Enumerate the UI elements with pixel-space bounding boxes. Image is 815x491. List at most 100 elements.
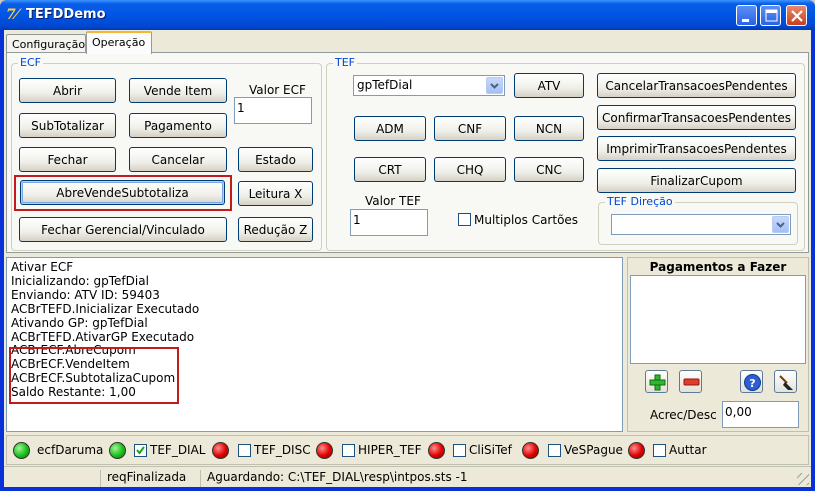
tab-page-operacao: ECF Abrir Vende Item Valor ECF 1 SubTota… xyxy=(6,52,809,253)
confirmar-pendentes-button[interactable]: ConfirmarTransacoesPendentes xyxy=(597,105,796,130)
ecf-daruma-led xyxy=(13,442,30,459)
statusbar-panel-2: reqFinalizada xyxy=(100,470,200,487)
tab-label: Operação xyxy=(92,36,146,49)
multiplos-cartoes-checkbox[interactable] xyxy=(458,213,471,226)
imprimir-pendentes-button[interactable]: ImprimirTransacoesPendentes xyxy=(597,136,796,161)
clisitef-label: CliSiTef xyxy=(469,443,512,457)
tef-direcao-group: TEF Direção xyxy=(598,195,798,245)
tef-group: TEF gpTefDial ATV ADM CNF NCN CRT CHQ CN… xyxy=(326,56,805,251)
status-indicators: ecfDaruma TEF_DIAL TEF_DISC HIPER_TEF Cl… xyxy=(6,435,809,465)
fechar-gerencial-button[interactable]: Fechar Gerencial/Vinculado xyxy=(19,217,227,242)
tef-disc-checkbox[interactable] xyxy=(238,444,251,457)
close-button[interactable] xyxy=(786,5,807,26)
estado-button[interactable]: Estado xyxy=(238,147,313,172)
app-window: 7⁄ TEFDDemo Configuração Operação ECF Ab… xyxy=(0,0,815,491)
crt-button[interactable]: CRT xyxy=(354,157,426,182)
vespague-label: VeSPague xyxy=(564,443,623,457)
clear-button[interactable] xyxy=(774,370,797,393)
clisitef-led xyxy=(428,442,445,459)
hiper-tef-led xyxy=(316,442,333,459)
vespague-led xyxy=(522,442,539,459)
pagamentos-title: Pagamentos a Fazer xyxy=(649,260,787,274)
finalizar-cupom-button[interactable]: FinalizarCupom xyxy=(597,168,796,193)
resize-grip-icon[interactable] xyxy=(797,473,809,485)
tef-group-title: TEF xyxy=(333,56,357,69)
statusbar-panel-3: Aguardando: C:\TEF_DIAL\resp\intpos.sts … xyxy=(200,470,790,487)
vende-item-button[interactable]: Vende Item xyxy=(129,78,227,103)
tef-disc-led xyxy=(212,442,229,459)
pagamentos-list[interactable] xyxy=(630,275,806,364)
cancelar-pendentes-button[interactable]: CancelarTransacoesPendentes xyxy=(597,73,796,98)
checkmark-icon xyxy=(136,446,145,455)
log-line: Ativando GP: gpTefDial xyxy=(11,315,148,330)
valor-ecf-input[interactable]: 1 xyxy=(234,97,312,124)
chq-button[interactable]: CHQ xyxy=(434,157,506,182)
tef-disc-label: TEF_DISC xyxy=(254,443,311,457)
log-line: Inicializando: gpTefDial xyxy=(11,273,149,288)
valor-tef-input[interactable]: 1 xyxy=(350,209,428,236)
minus-icon xyxy=(683,378,700,386)
clisitef-checkbox[interactable] xyxy=(453,444,466,457)
title-bar[interactable]: 7⁄ TEFDDemo xyxy=(0,0,815,30)
ncn-button[interactable]: NCN xyxy=(514,116,584,141)
chevron-down-icon xyxy=(486,77,503,94)
minimize-icon xyxy=(742,19,749,22)
hiper-tef-checkbox[interactable] xyxy=(342,444,355,457)
auttar-led xyxy=(628,442,645,459)
log-memo[interactable]: Ativar ECF Inicializando: gpTefDial Envi… xyxy=(6,257,623,432)
ecf-group-title: ECF xyxy=(18,56,43,69)
broom-icon xyxy=(779,375,793,390)
tab-configuracao[interactable]: Configuração xyxy=(6,34,86,54)
adm-button[interactable]: ADM xyxy=(354,116,426,141)
leitura-x-button[interactable]: Leitura X xyxy=(238,181,313,206)
log-line: Enviando: ATV ID: 59403 xyxy=(11,287,160,302)
pagamentos-panel: Pagamentos a Fazer ? Acrec/Desc 0,00 xyxy=(627,257,809,432)
auttar-label: Auttar xyxy=(669,443,707,457)
client-area: Configuração Operação ECF Abrir Vende It… xyxy=(4,30,811,487)
cnf-button[interactable]: CNF xyxy=(434,116,506,141)
tef-dial-checkbox[interactable] xyxy=(134,444,147,457)
tef-direcao-select[interactable] xyxy=(611,214,791,235)
subtotalizar-button[interactable]: SubTotalizar xyxy=(19,113,116,138)
reducao-z-button[interactable]: Redução Z xyxy=(238,217,313,242)
valor-ecf-label: Valor ECF xyxy=(249,83,306,97)
minimize-button[interactable] xyxy=(736,5,757,26)
tef-dial-led xyxy=(109,442,126,459)
status-bar: reqFinalizada Aguardando: C:\TEF_DIAL\re… xyxy=(4,466,811,487)
window-title: TEFDDemo xyxy=(26,7,106,22)
auttar-checkbox[interactable] xyxy=(653,444,666,457)
ecf-daruma-label: ecfDaruma xyxy=(37,443,104,457)
maximize-icon xyxy=(765,9,778,22)
cancelar-button[interactable]: Cancelar xyxy=(129,147,227,172)
statusbar-panel-1 xyxy=(4,470,100,487)
gp-selected-value: gpTefDial xyxy=(357,78,413,92)
pagamento-button[interactable]: Pagamento xyxy=(129,113,227,138)
fechar-button[interactable]: Fechar xyxy=(19,147,116,172)
abrir-button[interactable]: Abrir xyxy=(19,78,116,103)
abre-vende-subtotaliza-button[interactable]: AbreVendeSubtotaliza xyxy=(20,180,225,205)
vespague-checkbox[interactable] xyxy=(548,444,561,457)
log-line: Ativar ECF xyxy=(11,260,74,274)
gp-select[interactable]: gpTefDial xyxy=(353,75,505,96)
help-icon: ? xyxy=(744,374,761,391)
acrec-desc-input[interactable]: 0,00 xyxy=(722,401,799,428)
atv-button[interactable]: ATV xyxy=(514,73,584,98)
log-line: ACBrTEFD.AtivarGP Executado xyxy=(11,329,195,344)
remove-pagamento-button[interactable] xyxy=(679,370,702,393)
close-icon xyxy=(791,10,803,22)
add-pagamento-button[interactable] xyxy=(645,370,668,393)
app-icon: 7⁄ xyxy=(6,7,19,23)
help-button[interactable]: ? xyxy=(740,370,763,393)
acrec-desc-label: Acrec/Desc xyxy=(650,408,717,422)
log-highlight-box xyxy=(9,347,179,404)
svg-text:?: ? xyxy=(749,377,755,390)
log-line: ACBrTEFD.Inicializar Executado xyxy=(11,301,200,316)
tef-dial-label: TEF_DIAL xyxy=(150,443,206,457)
cnc-button[interactable]: CNC xyxy=(514,157,584,182)
hiper-tef-label: HIPER_TEF xyxy=(358,443,422,457)
multiplos-cartoes-label: Multiplos Cartões xyxy=(474,213,579,227)
ecf-group: ECF Abrir Vende Item Valor ECF 1 SubTota… xyxy=(11,56,322,251)
maximize-button[interactable] xyxy=(760,5,781,26)
tab-operacao[interactable]: Operação xyxy=(86,31,152,54)
chevron-down-icon xyxy=(772,216,789,233)
